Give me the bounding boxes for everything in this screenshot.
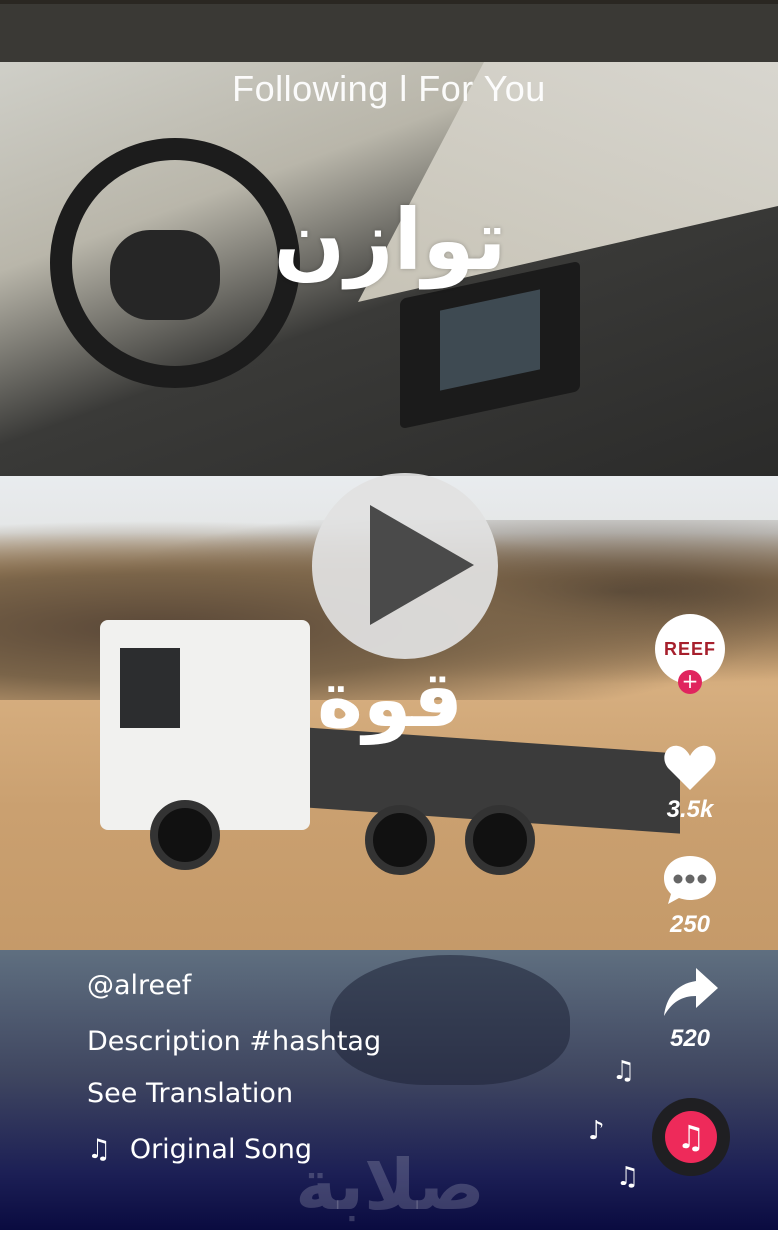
floating-music-note-icon: ♪ — [588, 1116, 605, 1146]
music-disc-button[interactable]: ♫ — [652, 1098, 730, 1176]
original-song-row[interactable]: ♫ Original Song — [87, 1134, 312, 1165]
steering-wheel-shape — [50, 138, 300, 388]
video-top-band — [0, 4, 778, 62]
feed-tabs-label[interactable]: Following l For You — [232, 68, 546, 109]
floating-music-note-icon: ♫ — [616, 1162, 640, 1192]
heart-icon[interactable] — [662, 740, 718, 796]
truck-window-shape — [120, 648, 180, 728]
share-count: 520 — [669, 1025, 711, 1052]
share-icon[interactable] — [662, 964, 718, 1020]
see-translation-link[interactable]: See Translation — [87, 1078, 293, 1109]
truck-tire-shape — [465, 805, 535, 875]
follow-button[interactable]: + — [678, 670, 702, 694]
comment-icon[interactable] — [662, 852, 718, 908]
play-icon — [370, 505, 474, 625]
music-disc-icon: ♫ — [665, 1111, 717, 1163]
play-button[interactable] — [312, 473, 498, 659]
like-count: 3.5k — [666, 796, 714, 823]
tire-silhouette-shape — [330, 955, 570, 1085]
music-note-icon: ♫ — [87, 1134, 112, 1165]
video-overlay-text-middle: قوة — [316, 655, 464, 745]
song-title: Original Song — [129, 1134, 312, 1165]
creator-username[interactable]: @alreef — [87, 970, 191, 1001]
floating-music-note-icon: ♫ — [612, 1056, 636, 1086]
video-description: Description #hashtag — [87, 1026, 382, 1057]
truck-tire-shape — [150, 800, 220, 870]
creator-logo: REEF — [663, 638, 716, 659]
video-overlay-text-top: توازن — [273, 191, 507, 289]
truck-tire-shape — [365, 805, 435, 875]
feed-tabs[interactable]: Following l For You — [0, 68, 778, 110]
comment-count: 250 — [669, 911, 711, 938]
